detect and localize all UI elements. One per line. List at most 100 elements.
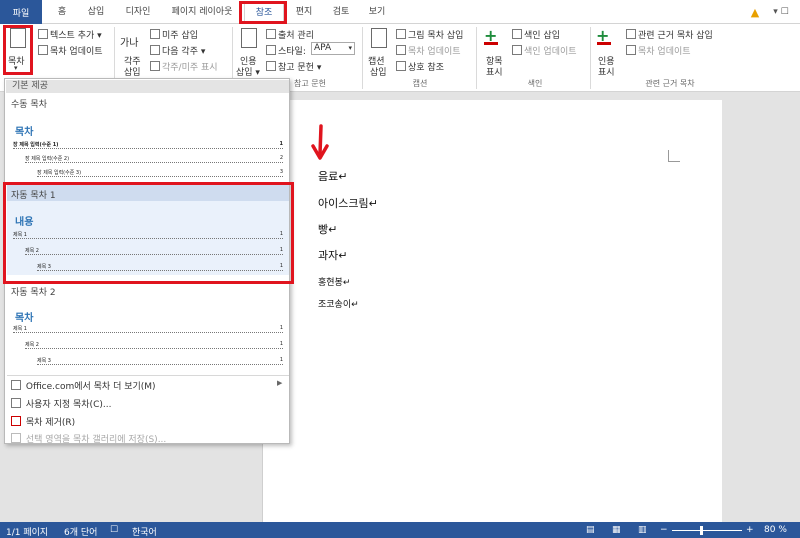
- update-toc-button[interactable]: 목차 업데이트: [38, 44, 103, 57]
- update-toa-label: 목차 업데이트: [638, 47, 691, 57]
- save-selection-icon: [11, 433, 21, 443]
- user-menu-icon[interactable]: ▾ ☐: [766, 3, 796, 22]
- more-tocs-label: Office.com에서 목차 더 보기(M): [25, 382, 156, 392]
- word-count[interactable]: 6개 단어: [64, 525, 97, 538]
- tab-layout[interactable]: 페이지 레이아웃: [166, 3, 238, 22]
- insert-index-button[interactable]: 색인 삽입: [512, 28, 560, 41]
- update-table-button[interactable]: 목차 업데이트: [396, 44, 461, 57]
- insert-toa-button[interactable]: 관련 근거 목차 삽입: [626, 28, 713, 41]
- bibliography-button[interactable]: 참고 문헌 ▾: [266, 60, 321, 73]
- insert-endnote-button[interactable]: 미주 삽입: [150, 28, 198, 41]
- toc-dropdown: 기본 제공 수동 목차 목차 장 제목 입력(수준 1) 1 장 제목 입력(수준…: [4, 78, 290, 445]
- zoom-slider[interactable]: [672, 530, 742, 531]
- toc-row-text: 제목 2: [25, 342, 39, 348]
- document-page[interactable]: [262, 100, 722, 530]
- submenu-arrow-icon: ▶: [277, 379, 283, 387]
- insert-index-label: 색인 삽입: [524, 31, 560, 41]
- custom-toc-menu-item[interactable]: 사용자 지정 목차(C)...: [11, 397, 111, 410]
- document-line[interactable]: 음료↵: [318, 168, 347, 184]
- document-line[interactable]: 과자↵: [318, 247, 347, 263]
- toc-row: 제목 1 1: [13, 231, 283, 239]
- save-selection-menu-item[interactable]: 선택 영역을 목차 갤러리에 저장(S)...: [11, 432, 166, 445]
- show-notes-icon: [150, 61, 160, 71]
- document-line[interactable]: 아이스크림↵: [318, 195, 378, 211]
- ribbon-tab-bar: 파일 홈 삽입 디자인 페이지 레이아웃 참조 편지 검토 보기 ▲ ▾ ☐: [0, 0, 800, 25]
- next-footnote-button[interactable]: 다음 각주 ▾: [150, 44, 205, 57]
- toc-row: 제목 3 1: [37, 357, 283, 365]
- style-select[interactable]: APA ▾: [311, 42, 355, 55]
- insert-caption-label2: 삽입: [370, 68, 387, 78]
- insert-toa-label: 관련 근거 목차 삽입: [638, 31, 713, 41]
- auto-toc-1-label: 자동 목차 1: [11, 191, 56, 201]
- tab-mailings[interactable]: 편지: [290, 3, 318, 22]
- toc-row: 제목 2 1: [25, 247, 283, 255]
- toc-row-text: 장 제목 입력(수준 1): [13, 142, 59, 148]
- separator: [590, 27, 591, 89]
- zoom-out-icon[interactable]: −: [660, 525, 668, 535]
- toc-row-num: 3: [279, 169, 283, 175]
- remove-toc-label: 목차 제거(R): [25, 418, 76, 428]
- next-footnote-label: 다음 각주 ▾: [162, 47, 206, 57]
- more-tocs-menu-item[interactable]: Office.com에서 목차 더 보기(M): [11, 379, 156, 392]
- proofing-icon[interactable]: ☐: [110, 525, 118, 535]
- auto-toc-2-option[interactable]: 자동 목차 2 목차 제목 1 1 제목 2 1 제목 3 1: [7, 281, 289, 373]
- zoom-in-icon[interactable]: +: [746, 525, 754, 535]
- cross-ref-button[interactable]: 상호 참조: [396, 60, 444, 73]
- update-index-button[interactable]: 색인 업데이트: [512, 44, 577, 57]
- tab-references[interactable]: 참조: [244, 3, 284, 25]
- style-label: 스타일:: [266, 44, 306, 57]
- insert-tof-label: 그림 목차 삽입: [408, 31, 464, 41]
- custom-toc-icon: [11, 398, 21, 408]
- web-layout-icon[interactable]: ▥: [638, 525, 647, 535]
- page-count[interactable]: 1/1 페이지: [6, 525, 48, 538]
- mark-entry-label2: 표시: [486, 68, 503, 78]
- bibliography-label: 참고 문헌 ▾: [278, 63, 322, 73]
- document-line[interactable]: 조코송이↵: [318, 297, 359, 310]
- bibliography-icon: [266, 61, 276, 71]
- style-label-text: 스타일:: [278, 47, 306, 57]
- zoom-slider-thumb[interactable]: [700, 526, 703, 535]
- update-toa-button[interactable]: 목차 업데이트: [626, 44, 691, 57]
- chevron-down-icon: ▾: [348, 44, 352, 52]
- tab-file[interactable]: 파일: [0, 0, 42, 24]
- language-indicator[interactable]: 한국어: [132, 525, 157, 538]
- manual-toc-title: 목차: [15, 127, 34, 138]
- warning-icon[interactable]: ▲: [748, 3, 762, 22]
- manage-sources-label: 출처 관리: [278, 31, 314, 41]
- insert-tof-button[interactable]: 그림 목차 삽입: [396, 28, 463, 41]
- show-notes-button[interactable]: 각주/미주 표시: [150, 60, 218, 73]
- zoom-level[interactable]: 80 %: [764, 525, 787, 535]
- auto-toc-1-option[interactable]: 자동 목차 1 내용 제목 1 1 제목 2 1 제목 3 1: [7, 185, 289, 275]
- toc-row-num: 1: [279, 341, 283, 347]
- read-mode-icon[interactable]: ▤: [586, 525, 595, 535]
- tab-design[interactable]: 디자인: [118, 3, 158, 22]
- tab-view[interactable]: 보기: [362, 3, 392, 22]
- tab-review[interactable]: 검토: [326, 3, 356, 22]
- toc-row-text: 제목 1: [13, 326, 27, 332]
- separator: [7, 375, 289, 376]
- toc-row-text: 제목 1: [13, 232, 27, 238]
- group-index-label: 색인: [527, 79, 543, 88]
- toc-row: 제목 2 1: [25, 341, 283, 349]
- toc-row-num: 1: [279, 231, 283, 237]
- tab-insert[interactable]: 삽입: [82, 3, 110, 22]
- manual-toc-option[interactable]: 목차 장 제목 입력(수준 1) 1 장 제목 입력(수준 2) 2 장 제목 입력…: [7, 111, 289, 181]
- manage-sources-button[interactable]: 출처 관리: [266, 28, 314, 41]
- add-text-label: 텍스트 추가 ▾: [50, 31, 102, 41]
- mark-citation-label2: 표시: [598, 68, 615, 78]
- custom-toc-label: 사용자 지정 목차(C)...: [25, 400, 112, 410]
- document-line[interactable]: 빵↵: [318, 221, 337, 237]
- insert-tof-icon: [396, 29, 406, 39]
- auto-toc-1-title: 내용: [15, 217, 34, 228]
- add-text-button[interactable]: 텍스트 추가 ▾: [38, 28, 102, 41]
- print-layout-icon[interactable]: ▦: [612, 525, 621, 535]
- remove-toc-menu-item[interactable]: 목차 제거(R): [11, 415, 75, 428]
- auto-toc-2-label: 자동 목차 2: [11, 288, 56, 298]
- document-line[interactable]: 홍현봉↵: [318, 275, 350, 288]
- insert-citation-label2: 삽입 ▾: [236, 68, 260, 78]
- update-table-icon: [396, 45, 406, 55]
- manual-toc-label: 수동 목차: [11, 100, 47, 110]
- status-bar: 1/1 페이지 6개 단어 ☐ 한국어 ▤ ▦ ▥ − + 80 %: [0, 522, 800, 538]
- toc-row-text: 장 제목 입력(수준 2): [25, 156, 70, 162]
- tab-home[interactable]: 홈: [50, 3, 74, 22]
